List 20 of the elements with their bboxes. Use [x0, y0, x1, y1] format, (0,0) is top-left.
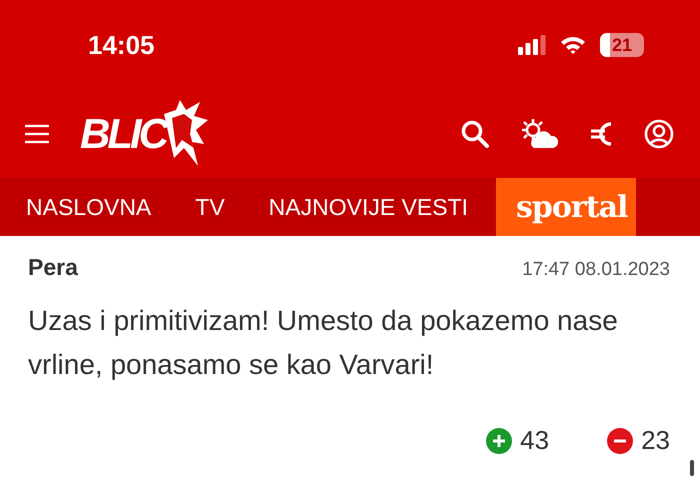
comment-time: 17:47 08.01.2023: [522, 259, 670, 281]
comment-text: Uzas i primitivizam! Umesto da pokazemo nase vrline, ponasamo se kao Varvari!: [28, 304, 619, 382]
menu-icon[interactable]: [24, 124, 50, 144]
nav-link[interactable]: NASLOVNA: [26, 194, 152, 220]
plus-icon[interactable]: [486, 428, 512, 454]
dislike-count: 23: [641, 425, 670, 456]
scrollbar: [690, 460, 694, 476]
weather-icon[interactable]: [520, 118, 560, 150]
battery-icon: 21: [600, 33, 644, 57]
like-count: 43: [520, 425, 550, 456]
wifi-icon: [560, 35, 586, 55]
comment-author: Pera: [28, 254, 78, 281]
nav-link[interactable]: NAJNOVIJE VESTI: [268, 194, 468, 220]
nav-link[interactable]: TV: [195, 194, 225, 220]
minus-icon[interactable]: [607, 428, 634, 454]
signal-icon: [518, 35, 546, 55]
search-icon[interactable]: [460, 119, 490, 149]
logo[interactable]: BLIC: [80, 100, 210, 168]
account-icon[interactable]: [644, 119, 674, 149]
status-time: 14:05: [88, 30, 154, 60]
